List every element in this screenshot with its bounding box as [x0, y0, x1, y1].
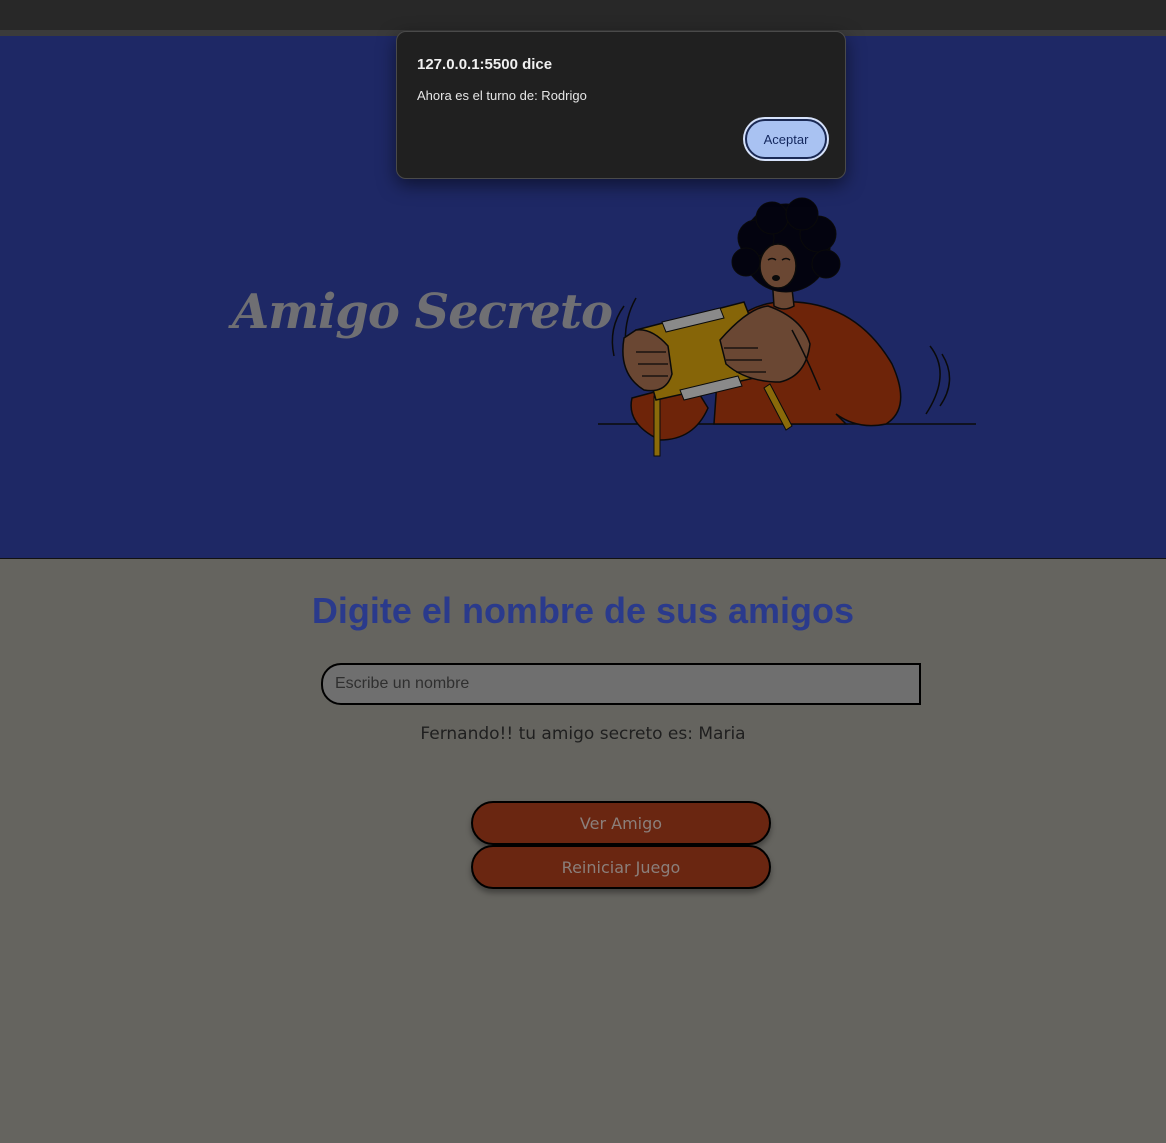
game-player-illustration — [598, 197, 976, 457]
reiniciar-juego-button[interactable]: Reiniciar Juego — [471, 845, 771, 889]
alert-dialog: 127.0.0.1:5500 dice Ahora es el turno de… — [396, 31, 846, 179]
name-input[interactable] — [321, 663, 921, 705]
dialog-message: Ahora es el turno de: Rodrigo — [417, 88, 587, 103]
ver-amigo-button[interactable]: Ver Amigo — [471, 801, 771, 845]
accept-button[interactable]: Aceptar — [745, 119, 827, 159]
hero-title: Amigo Secreto — [232, 284, 613, 340]
dialog-origin: 127.0.0.1:5500 dice — [417, 56, 553, 73]
browser-top-bar — [0, 0, 1166, 30]
secret-friend-result: Fernando!! tu amigo secreto es: Maria — [420, 724, 746, 744]
page-heading: Digite el nombre de sus amigos — [311, 590, 855, 631]
